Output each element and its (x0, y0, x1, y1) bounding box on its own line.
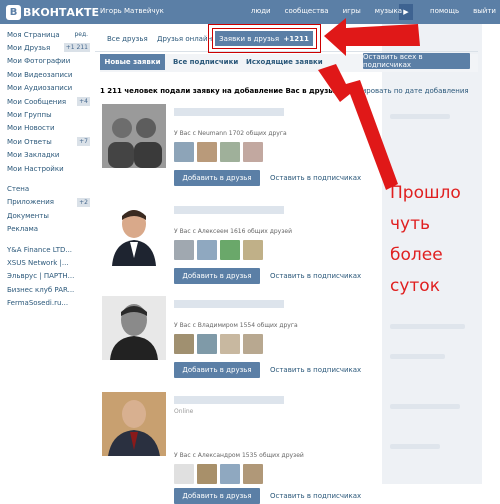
sidebar-app-item[interactable]: XSUS Network |... (0, 256, 92, 269)
friend-request-item: Online У Вас с Александром 1535 общих др… (102, 392, 422, 504)
sidebar-app-item[interactable]: Бизнес клуб PAR... (0, 283, 92, 296)
mutual-friend-avatar[interactable] (243, 240, 263, 260)
sidebar-app-item[interactable]: Эльврус | ПАРТН... (0, 270, 92, 283)
top-nav: люди сообщества игры музыка помощь выйти (251, 7, 496, 15)
friend-request-item: У Вас с Neumann 1702 общих друга Добавит… (102, 104, 422, 204)
sidebar-item-audio[interactable]: Мои Аудиозаписи (0, 82, 92, 95)
nav-help[interactable]: помощь (430, 7, 459, 15)
highlight-box-inner (212, 28, 317, 49)
mutual-friend-avatar[interactable] (174, 142, 194, 162)
mutual-friends-thumbs (174, 142, 263, 162)
mutual-friend-avatar[interactable] (220, 334, 240, 354)
keep-as-follower-link[interactable]: Оставить в подписчиках (270, 366, 361, 374)
edit-link[interactable]: ред. (72, 30, 90, 39)
mutual-friend-avatar[interactable] (243, 142, 263, 162)
friends-tabs: Все друзья Друзья онлайн Заявки в друзья… (95, 24, 478, 53)
vk-logo-icon: В (6, 4, 21, 20)
mutual-friend-avatar[interactable] (197, 464, 217, 484)
answers-count-badge: +7 (77, 137, 90, 147)
request-name-blurred[interactable] (174, 300, 284, 308)
mutual-friend-avatar[interactable] (220, 240, 240, 260)
messages-count-badge: +4 (77, 96, 90, 106)
nav-games[interactable]: игры (343, 7, 361, 15)
sidebar-item-photos[interactable]: Мои Фотографии (0, 55, 92, 68)
sidebar-item-answers[interactable]: Мои Ответы +7 (0, 135, 92, 148)
avatar[interactable] (102, 104, 166, 168)
mutual-friends-text[interactable]: У Вас с Алексеем 1616 общих друзей (174, 228, 292, 235)
mutual-friends-thumbs (174, 240, 263, 260)
tab-all-friends[interactable]: Все друзья (107, 35, 148, 43)
mutual-friends-text[interactable]: У Вас с Александром 1535 общих друзей (174, 452, 304, 459)
add-friend-button[interactable]: Добавить в друзья (174, 170, 260, 186)
tab-friends-online[interactable]: Друзья онлайн (157, 35, 212, 43)
nav-communities[interactable]: сообщества (285, 7, 329, 15)
top-header: В ВКОНТАКТЕ Игорь Матвейчук ▶ люди сообщ… (0, 0, 500, 24)
keep-as-follower-link[interactable]: Оставить в подписчиках (270, 174, 361, 182)
annotation-line: Прошло (390, 183, 461, 203)
mutual-friend-avatar[interactable] (243, 464, 263, 484)
mutual-friends-thumbs (174, 334, 263, 354)
sidebar-item-settings[interactable]: Мои Настройки (0, 162, 92, 175)
sidebar-item-ads[interactable]: Реклама (0, 222, 92, 235)
sidebar-app-item[interactable]: FermaSosedi.ru... (0, 296, 92, 309)
add-friend-button[interactable]: Добавить в друзья (174, 362, 260, 378)
keep-as-follower-link[interactable]: Оставить в подписчиках (270, 492, 361, 500)
avatar[interactable] (102, 202, 166, 266)
sidebar-item-apps[interactable]: Приложения +2 (0, 196, 92, 209)
mutual-friends-text[interactable]: У Вас с Владимиром 1554 общих друга (174, 322, 298, 329)
annotation-line: более (390, 245, 443, 265)
mutual-friend-avatar[interactable] (197, 142, 217, 162)
subtab-all-followers[interactable]: Все подписчики (173, 58, 238, 66)
sidebar-item-messages[interactable]: Мои Сообщения +4 (0, 95, 92, 108)
mutual-friends-text[interactable]: У Вас с Neumann 1702 общих друга (174, 130, 287, 137)
online-status: Online (174, 408, 194, 415)
annotation-line: чуть (390, 214, 431, 234)
avatar[interactable] (102, 296, 166, 360)
request-name-blurred[interactable] (174, 396, 284, 404)
apps-count-badge: +2 (77, 197, 90, 207)
keep-as-follower-link[interactable]: Оставить в подписчиках (270, 272, 361, 280)
sidebar-item-news[interactable]: Мои Новости (0, 122, 92, 135)
mutual-friend-avatar[interactable] (174, 240, 194, 260)
sidebar-app-item[interactable]: Y&A Finance LTD... (0, 243, 92, 256)
mutual-friend-avatar[interactable] (220, 464, 240, 484)
avatar[interactable] (102, 392, 166, 456)
sidebar-item-bookmarks[interactable]: Мои Закладки (0, 149, 92, 162)
nav-music[interactable]: музыка (375, 7, 402, 15)
leave-all-button[interactable]: Оставить всех в подписчиках (363, 53, 470, 69)
sidebar-item-documents[interactable]: Документы (0, 209, 92, 222)
friends-count-badge: +1 211 (63, 43, 90, 53)
sidebar-item-my-page[interactable]: Моя Страница ред. (0, 28, 92, 41)
requests-count-text: 1 211 человек подали заявку на добавлени… (100, 87, 338, 95)
vk-logo-text: ВКОНТАКТЕ (23, 5, 99, 19)
mutual-friend-avatar[interactable] (197, 334, 217, 354)
vk-logo[interactable]: В ВКОНТАКТЕ (6, 4, 99, 20)
sidebar-item-videos[interactable]: Мои Видеозаписи (0, 68, 92, 81)
mutual-friend-avatar[interactable] (243, 334, 263, 354)
annotation-line: суток (390, 276, 440, 296)
sidebar-item-groups[interactable]: Мои Группы (0, 108, 92, 121)
sidebar-item-friends[interactable]: Мои Друзья +1 211 (0, 41, 92, 54)
subtab-new-requests[interactable]: Новые заявки (100, 54, 165, 70)
nav-people[interactable]: люди (251, 7, 271, 15)
nav-logout[interactable]: выйти (473, 7, 496, 15)
sort-link[interactable]: Сортировать по дате добавления (344, 87, 469, 95)
friend-request-item: У Вас с Владимиром 1554 общих друга Доба… (102, 296, 422, 396)
mutual-friends-thumbs (174, 464, 263, 484)
left-sidebar: Моя Страница ред. Мои Друзья +1 211 Мои Фо… (0, 28, 92, 310)
subtab-outgoing[interactable]: Исходящие заявки (246, 58, 323, 66)
add-friend-button[interactable]: Добавить в друзья (174, 488, 260, 504)
sidebar-item-wall[interactable]: Стена (0, 182, 92, 195)
request-name-blurred[interactable] (174, 206, 284, 214)
request-name-blurred[interactable] (174, 108, 284, 116)
mutual-friend-avatar[interactable] (220, 142, 240, 162)
user-name[interactable]: Игорь Матвейчук (100, 7, 164, 15)
mutual-friend-avatar[interactable] (174, 334, 194, 354)
mutual-friend-avatar[interactable] (197, 240, 217, 260)
mutual-friend-avatar[interactable] (174, 464, 194, 484)
add-friend-button[interactable]: Добавить в друзья (174, 268, 260, 284)
requests-summary: 1 211 человек подали заявку на добавлени… (100, 87, 469, 95)
friend-request-item: У Вас с Алексеем 1616 общих друзей Добав… (102, 202, 422, 302)
